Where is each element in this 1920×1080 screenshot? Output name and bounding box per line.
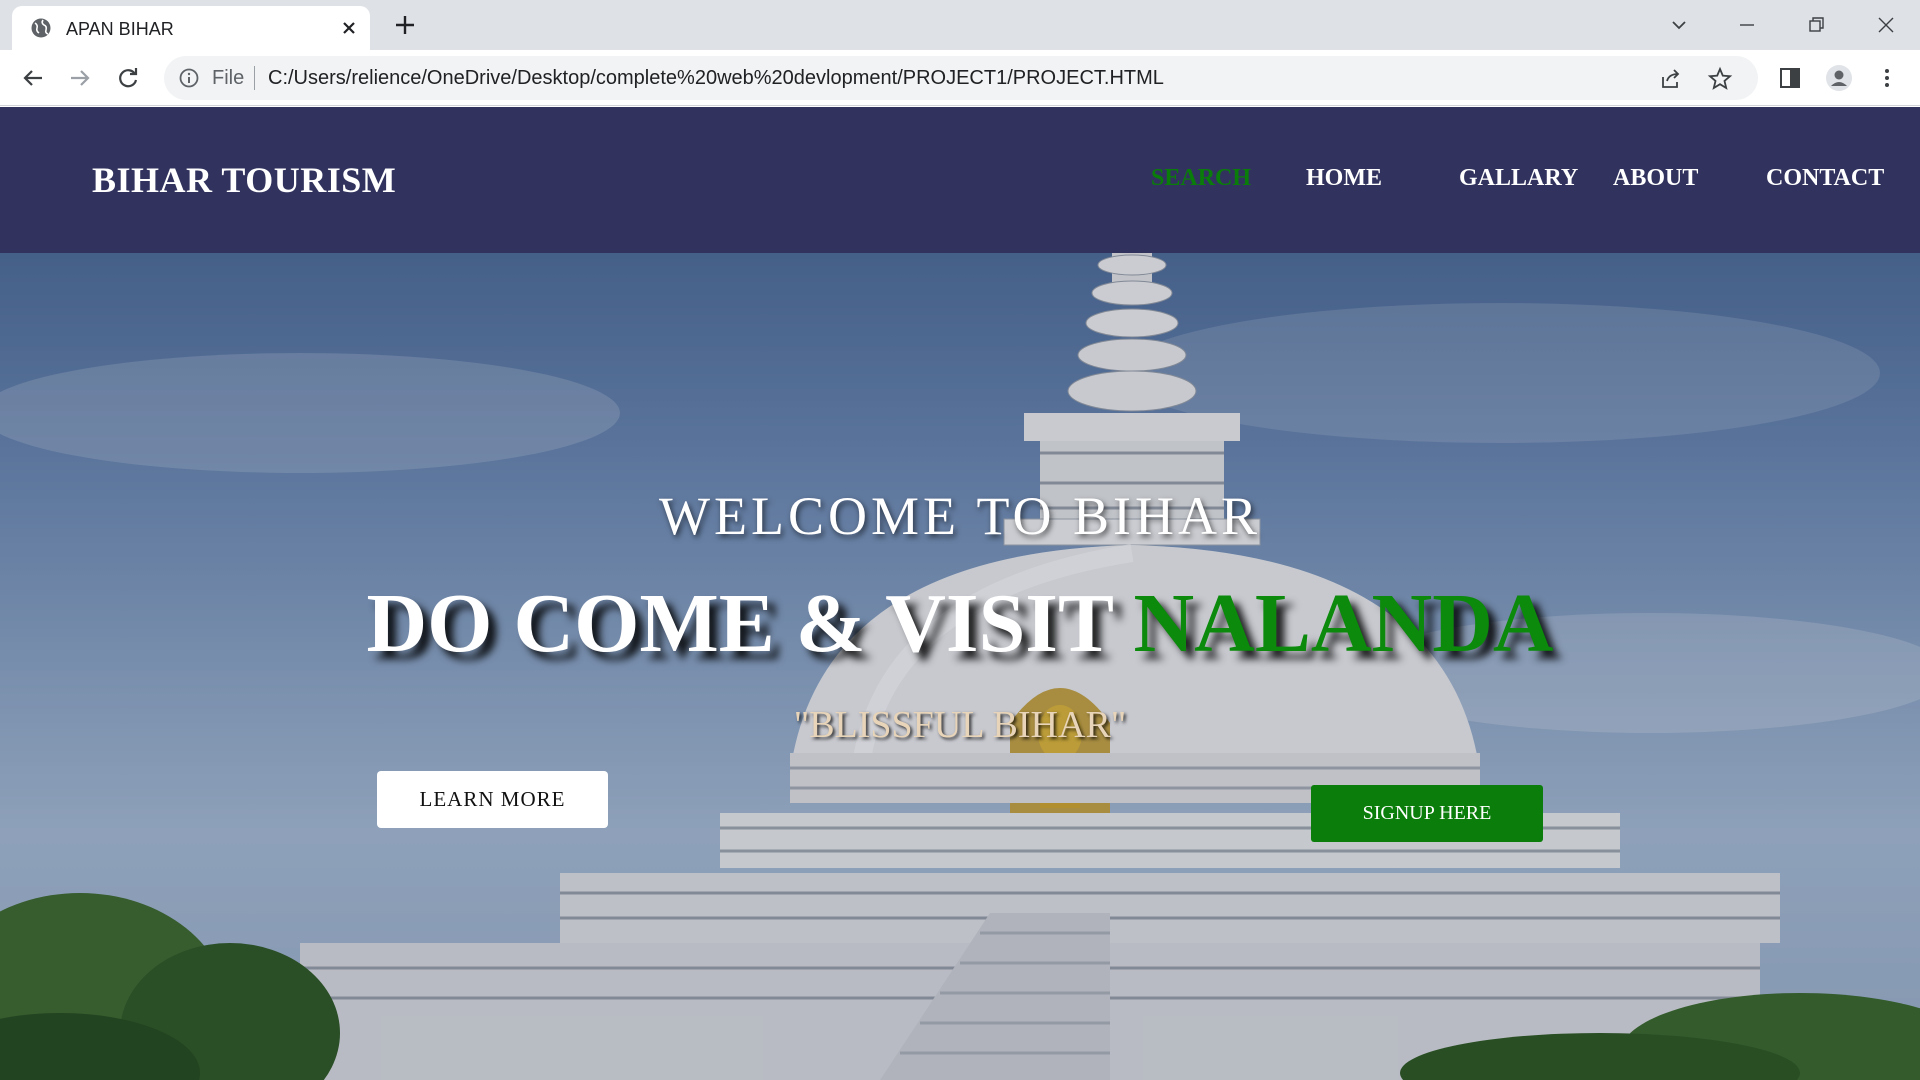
tab-search-icon[interactable] [1664, 10, 1694, 40]
nav-home[interactable]: HOME [1306, 165, 1382, 192]
url-text[interactable]: C:/Users/relience/OneDrive/Desktop/compl… [268, 67, 1164, 90]
hero-section: WELCOME TO BIHAR DO COME & VISIT NALANDA… [0, 253, 1920, 1080]
more-icon[interactable] [1872, 63, 1902, 93]
scheme-label: File [212, 67, 245, 89]
browser-toolbar: File C:/Users/relience/OneDrive/Desktop/… [0, 50, 1920, 106]
address-bar[interactable]: File C:/Users/relience/OneDrive/Desktop/… [164, 56, 1758, 100]
window-close-icon[interactable] [1871, 10, 1901, 40]
headline-main: DO COME & VISIT [366, 577, 1134, 670]
nav-search[interactable]: SEARCH [1151, 165, 1251, 192]
address-separator [254, 66, 255, 90]
learn-more-button[interactable]: LEARN MORE [377, 771, 608, 828]
site-logo[interactable]: BIHAR TOURISM [92, 159, 396, 201]
side-panel-icon[interactable] [1775, 63, 1805, 93]
site-header: BIHAR TOURISM SEARCH HOME GALLARY ABOUT … [0, 107, 1920, 253]
headline-accent: NALANDA [1133, 577, 1554, 670]
nav-gallary[interactable]: GALLARY [1459, 165, 1578, 192]
close-icon[interactable] [338, 17, 360, 39]
browser-tab-strip: APAN BIHAR [0, 0, 1920, 50]
profile-icon[interactable] [1824, 63, 1854, 93]
restore-icon[interactable] [1801, 10, 1831, 40]
nav-about[interactable]: ABOUT [1613, 165, 1698, 192]
globe-icon [31, 18, 51, 38]
hero-headline: DO COME & VISIT NALANDA [0, 575, 1920, 672]
info-icon[interactable] [178, 67, 200, 89]
reload-icon[interactable] [113, 63, 143, 93]
back-icon[interactable] [18, 63, 48, 93]
hero-tagline: "BLISSFUL BIHAR" [793, 704, 1127, 746]
nav-contact[interactable]: CONTACT [1766, 165, 1884, 192]
tab-title: APAN BIHAR [66, 19, 174, 39]
star-icon[interactable] [1707, 66, 1733, 92]
welcome-heading: WELCOME TO BIHAR [659, 486, 1261, 546]
share-icon[interactable] [1658, 66, 1684, 92]
forward-icon[interactable] [65, 63, 95, 93]
browser-tab[interactable]: APAN BIHAR [12, 6, 370, 50]
signup-button[interactable]: SIGNUP HERE [1311, 785, 1543, 842]
minimize-icon[interactable] [1732, 10, 1762, 40]
web-page: BIHAR TOURISM SEARCH HOME GALLARY ABOUT … [0, 107, 1920, 1080]
plus-icon[interactable] [392, 12, 418, 38]
